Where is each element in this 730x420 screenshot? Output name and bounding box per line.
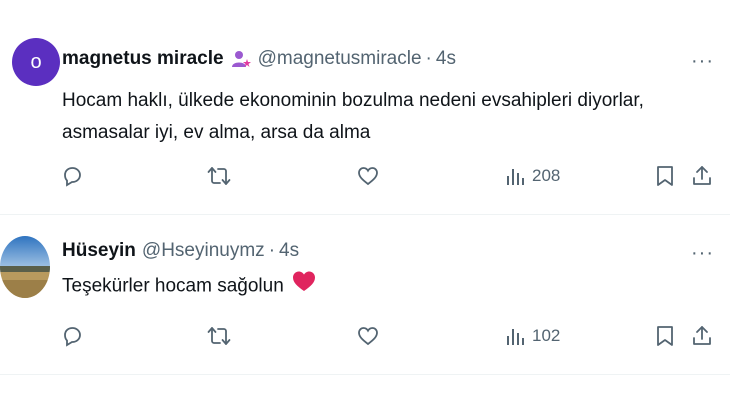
bookmark-button[interactable] <box>654 324 676 348</box>
tweet-text-line: asmasalar iyi, ev alma, arsa da alma <box>62 122 371 143</box>
reply-icon <box>60 324 84 348</box>
author-handle[interactable]: @Hseyinuymz <box>142 240 265 262</box>
author-handle[interactable]: @magnetusmiracle <box>258 48 422 70</box>
more-icon[interactable]: ··· <box>691 50 714 73</box>
avatar-letter: o <box>30 50 42 73</box>
share-icon <box>690 324 714 348</box>
views-button[interactable]: 208 <box>504 164 560 188</box>
reply-icon <box>60 164 84 188</box>
tweet-huseyin[interactable]: Hüseyin @Hseyinuymz · 4s ··· Teşekürler … <box>0 214 730 374</box>
action-bar: 102 <box>0 324 730 356</box>
avatar[interactable]: o <box>12 38 60 86</box>
like-button[interactable] <box>356 324 380 348</box>
retweet-button[interactable] <box>206 164 232 188</box>
share-button[interactable] <box>690 324 714 348</box>
views-count: 102 <box>532 326 561 345</box>
retweet-icon <box>206 324 232 348</box>
like-icon <box>356 324 380 348</box>
like-icon <box>356 164 380 188</box>
views-icon <box>504 324 526 348</box>
divider <box>0 374 730 375</box>
reply-button[interactable] <box>60 324 84 348</box>
tweet-text: Hocam haklı, ülkede ekonominin bozulma n… <box>62 85 644 149</box>
heart-emoji-icon <box>292 270 316 303</box>
tweet-text-line: Hocam haklı, ülkede ekonominin bozulma n… <box>62 90 644 111</box>
tweet-header: Hüseyin @Hseyinuymz · 4s <box>62 240 299 262</box>
share-button[interactable] <box>690 164 714 188</box>
tweet-header: magnetus miracle @magnetusmiracle · 4s <box>62 48 456 70</box>
reply-button[interactable] <box>60 164 84 188</box>
person-sparkle-icon <box>230 48 252 70</box>
action-bar: 208 <box>0 164 730 196</box>
avatar[interactable] <box>0 236 50 298</box>
retweet-icon <box>206 164 232 188</box>
bookmark-icon <box>654 164 676 188</box>
bookmark-icon <box>654 324 676 348</box>
views-button[interactable]: 102 <box>504 324 560 348</box>
tweet-text-line: Teşekürler hocam sağolun <box>62 275 284 297</box>
tweet-magnetus[interactable]: o magnetus miracle @magnetusmiracle · 4s… <box>0 0 730 214</box>
like-button[interactable] <box>356 164 380 188</box>
separator-dot: · <box>268 240 276 261</box>
separator-dot: · <box>425 48 432 69</box>
share-icon <box>690 164 714 188</box>
timestamp[interactable]: 4s <box>279 240 299 262</box>
bookmark-button[interactable] <box>654 164 676 188</box>
tweet-text: Teşekürler hocam sağolun <box>62 270 316 303</box>
timestamp[interactable]: 4s <box>436 48 456 70</box>
views-icon <box>504 164 526 188</box>
author-name[interactable]: Hüseyin <box>62 240 136 262</box>
author-name[interactable]: magnetus miracle <box>62 48 224 70</box>
more-icon[interactable]: ··· <box>691 242 714 265</box>
retweet-button[interactable] <box>206 324 232 348</box>
views-count: 208 <box>532 166 561 185</box>
